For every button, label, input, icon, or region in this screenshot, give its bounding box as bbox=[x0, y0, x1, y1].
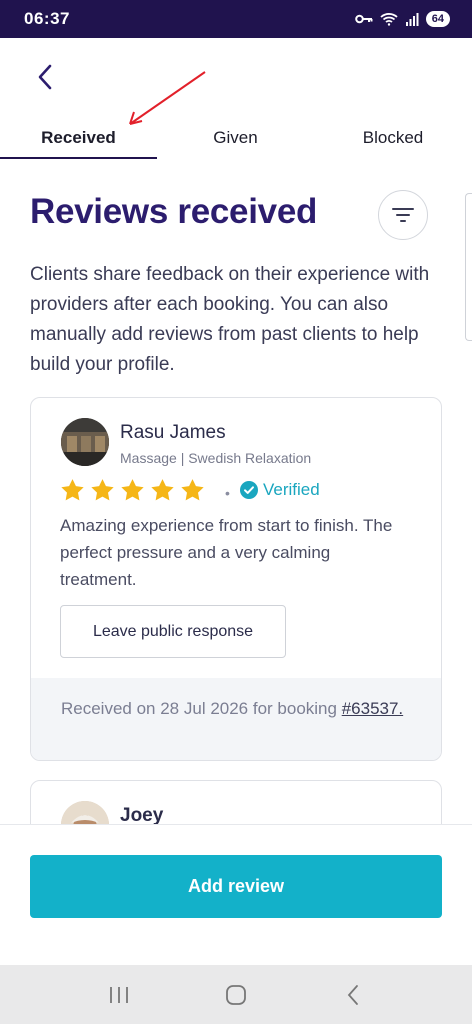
star-icon bbox=[181, 479, 204, 501]
reviewer-name: Rasu James bbox=[120, 422, 226, 443]
add-review-button[interactable]: Add review bbox=[30, 855, 442, 918]
tab-blocked[interactable]: Blocked bbox=[314, 118, 472, 158]
review-text: Amazing experience from start to finish.… bbox=[60, 516, 393, 589]
filter-icon bbox=[392, 208, 414, 222]
wifi-icon bbox=[380, 13, 398, 26]
separator-dot: • bbox=[225, 485, 230, 501]
battery-indicator: 64 bbox=[425, 11, 450, 27]
system-back-button[interactable] bbox=[323, 975, 383, 1015]
bottom-action-panel: Add review bbox=[0, 824, 472, 965]
check-circle-icon bbox=[240, 481, 258, 499]
signal-icon bbox=[405, 12, 419, 26]
recent-apps-icon bbox=[109, 986, 128, 1003]
intro-text: Clients share feedback on their experien… bbox=[30, 264, 430, 375]
home-button[interactable] bbox=[206, 975, 266, 1015]
status-icons: 64 bbox=[354, 11, 450, 27]
service-name: Massage | Swedish Relaxation bbox=[120, 450, 312, 466]
tab-received[interactable]: Received bbox=[0, 118, 157, 159]
leave-public-response-button[interactable]: Leave public response bbox=[60, 605, 286, 658]
status-bar: 06:37 64 bbox=[0, 0, 472, 38]
card-footer: Received on 28 Jul 2026 for booking #635… bbox=[31, 678, 441, 760]
filter-button[interactable] bbox=[378, 190, 428, 240]
review-card: Rasu James Massage | Swedish Relaxation … bbox=[30, 397, 442, 761]
star-icon bbox=[61, 479, 84, 501]
page-title: Reviews received bbox=[30, 192, 318, 231]
home-icon bbox=[226, 984, 246, 1005]
star-icon bbox=[121, 479, 144, 501]
scrollbar[interactable] bbox=[465, 193, 472, 341]
star-rating bbox=[60, 478, 205, 502]
system-nav-bar bbox=[0, 965, 472, 1024]
booking-link[interactable]: #63537. bbox=[342, 699, 403, 718]
verified-badge: Verified bbox=[240, 480, 320, 500]
verified-label: Verified bbox=[263, 480, 320, 499]
review-tabs: Received Given Blocked bbox=[0, 118, 472, 160]
chevron-left-icon bbox=[38, 64, 52, 90]
status-time: 06:37 bbox=[24, 9, 70, 28]
back-button[interactable] bbox=[30, 62, 60, 92]
tab-given[interactable]: Given bbox=[157, 118, 314, 158]
star-icon bbox=[91, 479, 114, 501]
avatar bbox=[61, 418, 109, 466]
key-icon bbox=[354, 14, 373, 24]
recent-apps-button[interactable] bbox=[89, 975, 149, 1015]
received-date-text: Received on 28 Jul 2026 for booking bbox=[61, 699, 342, 718]
back-arrow-icon bbox=[348, 984, 359, 1005]
star-icon bbox=[151, 479, 174, 501]
